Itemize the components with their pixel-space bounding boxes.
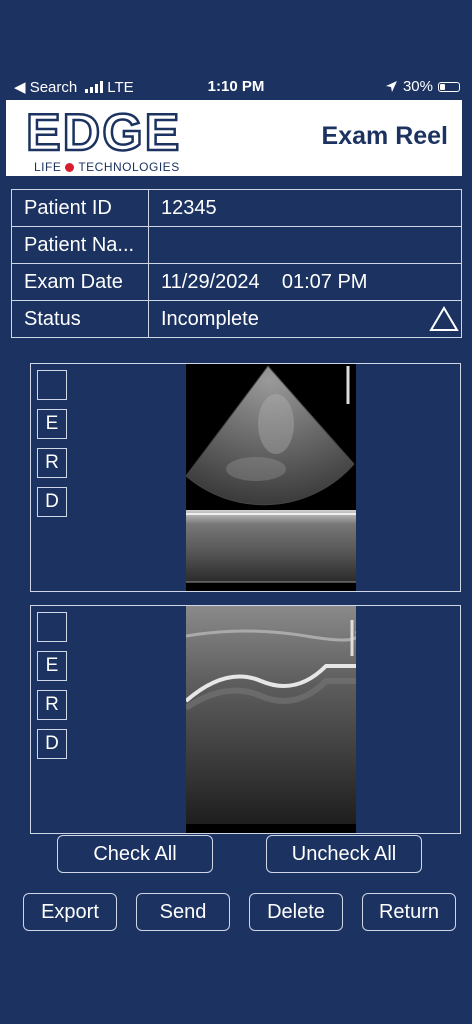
r-checkbox[interactable]: R	[37, 448, 67, 478]
status-right: 30%	[385, 78, 460, 95]
delete-button[interactable]: Delete	[249, 893, 343, 931]
patient-name-label: Patient Na...	[11, 226, 149, 264]
clip-panel-2: E R D	[30, 605, 461, 834]
logo-wordmark: EDGE	[25, 104, 182, 162]
e-checkbox[interactable]: E	[37, 651, 67, 681]
table-row: Status Incomplete	[11, 300, 462, 338]
export-button[interactable]: Export	[23, 893, 117, 931]
battery-icon	[438, 81, 460, 92]
status-value: Incomplete	[161, 307, 259, 330]
table-row: Patient ID 12345	[11, 189, 462, 227]
app-header: EDGE LIFE TECHNOLOGIES Exam Reel	[6, 100, 462, 176]
return-button[interactable]: Return	[362, 893, 456, 931]
page-title: Exam Reel	[321, 122, 448, 150]
patient-id-label: Patient ID	[11, 189, 149, 227]
location-arrow-icon	[385, 81, 397, 92]
send-button[interactable]: Send	[136, 893, 230, 931]
r-checkbox[interactable]: R	[37, 690, 67, 720]
patient-id-value: 12345	[148, 189, 462, 227]
ultrasound-thumbnail-2[interactable]	[184, 606, 359, 833]
uncheck-all-button[interactable]: Uncheck All	[266, 835, 422, 873]
logo-tagline-right: TECHNOLOGIES	[78, 160, 180, 174]
status-cell: Incomplete	[148, 300, 462, 338]
select-checkbox[interactable]	[37, 612, 67, 642]
d-checkbox[interactable]: D	[37, 487, 67, 517]
d-checkbox[interactable]: D	[37, 729, 67, 759]
table-row: Exam Date 11/29/2024 01:07 PM	[11, 263, 462, 301]
logo-tagline: LIFE TECHNOLOGIES	[34, 160, 216, 174]
clip-panel-1: E R D	[30, 363, 461, 592]
select-checkbox[interactable]	[37, 370, 67, 400]
table-row: Patient Na...	[11, 226, 462, 264]
patient-info-table: Patient ID 12345 Patient Na... Exam Date…	[11, 189, 462, 338]
battery-percent: 30%	[402, 78, 433, 95]
edge-logo: EDGE LIFE TECHNOLOGIES	[25, 104, 216, 174]
status-label: Status	[11, 300, 149, 338]
status-bar: ◀ Search LTE 1:10 PM 30%	[0, 76, 472, 98]
logo-dot-icon	[65, 162, 75, 172]
e-checkbox[interactable]: E	[37, 409, 67, 439]
logo-tagline-left: LIFE	[34, 160, 62, 174]
ultrasound-thumbnail-1[interactable]	[185, 364, 356, 591]
exam-date-text: 11/29/2024 01:07 PM	[161, 270, 368, 293]
exam-date-value: 11/29/2024 01:07 PM	[148, 263, 462, 301]
check-all-button[interactable]: Check All	[57, 835, 213, 873]
warning-triangle-icon[interactable]	[429, 305, 459, 333]
exam-date-label: Exam Date	[11, 263, 149, 301]
patient-name-value	[148, 226, 462, 264]
